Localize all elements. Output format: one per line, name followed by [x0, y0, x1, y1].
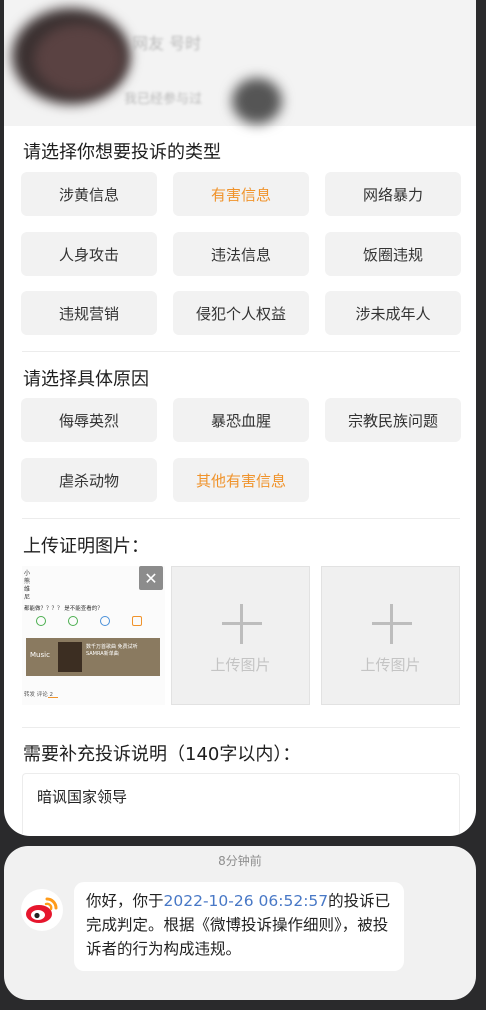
reason-option[interactable]: 暴恐血腥 — [173, 398, 309, 442]
evidence-thumbnail[interactable]: 小 熊 维 尼 都能做？？？？ 是不能查看的？ Music 数千万首歌曲 免费试… — [22, 566, 165, 705]
upload-label: 上传图片 — [210, 656, 271, 674]
thumb-vertical-text: 小 熊 维 尼 — [24, 570, 31, 601]
divider — [22, 727, 460, 728]
upload-label: 上传图片 — [360, 656, 421, 674]
type-option-selected[interactable]: 有害信息 — [173, 172, 309, 216]
reason-option[interactable]: 侮辱英烈 — [21, 398, 157, 442]
qq-icon — [100, 616, 110, 626]
explanation-title: 需要补充投诉说明（140字以内）： — [23, 744, 301, 765]
wechat-icon — [36, 616, 46, 626]
message-datetime-link[interactable]: 2022-10-26 06:52:57 — [164, 892, 329, 910]
explanation-textarea[interactable]: 暗讽国家领导 — [22, 773, 460, 836]
type-option[interactable]: 违法信息 — [173, 232, 309, 276]
close-icon[interactable]: ✕ — [139, 566, 163, 590]
message-timestamp: 8分钟前 — [218, 854, 262, 868]
type-option[interactable]: 违规营销 — [21, 291, 157, 335]
reported-post-header: 网友 号时 我已经参与过 — [4, 0, 476, 126]
type-option[interactable]: 饭圈违规 — [325, 232, 461, 276]
upload-slot[interactable]: 上传图片 — [321, 566, 460, 705]
divider — [22, 518, 460, 519]
notification-card: 8分钟前 你好，你于2022-10-26 06:52:57的投诉已完成判定。根据… — [4, 846, 476, 1000]
reason-option[interactable]: 虐杀动物 — [21, 458, 157, 502]
share-icon — [132, 616, 142, 626]
album-cover — [58, 642, 82, 672]
type-option[interactable]: 侵犯个人权益 — [173, 291, 309, 335]
upload-slot[interactable]: 上传图片 — [171, 566, 310, 705]
divider — [22, 351, 460, 352]
complaint-form-card: 网友 号时 我已经参与过 请选择你想要投诉的类型 涉黄信息 有害信息 网络暴力 … — [4, 0, 476, 836]
reason-option-selected[interactable]: 其他有害信息 — [173, 458, 309, 502]
message-bubble: 你好，你于2022-10-26 06:52:57的投诉已完成判定。根据《微博投诉… — [74, 882, 404, 971]
apple-music-logo: Music — [30, 651, 50, 659]
type-option[interactable]: 人身攻击 — [21, 232, 157, 276]
type-option[interactable]: 网络暴力 — [325, 172, 461, 216]
weibo-logo-icon — [21, 889, 63, 931]
thumb-question-text: 都能做？？？？ 是不能查看的？ — [24, 606, 103, 612]
type-option[interactable]: 涉黄信息 — [21, 172, 157, 216]
reason-title: 请选择具体原因 — [23, 369, 149, 390]
moments-icon — [68, 616, 78, 626]
type-option[interactable]: 涉未成年人 — [325, 291, 461, 335]
thumb-tab-underline — [48, 697, 58, 698]
reason-option[interactable]: 宗教民族问题 — [325, 398, 461, 442]
reported-user-name: 网友 号时 — [132, 34, 202, 53]
music-banner: Music 数千万首歌曲 免费试听 SAMRA新单曲 — [26, 638, 160, 676]
message-text-before: 你好，你于 — [86, 892, 164, 910]
upload-title: 上传证明图片： — [23, 536, 149, 557]
music-caption: 数千万首歌曲 免费试听 SAMRA新单曲 — [86, 644, 138, 657]
redaction-smudge — [232, 78, 282, 124]
redaction-smudge — [34, 24, 124, 94]
reported-post-subtitle: 我已经参与过 — [124, 92, 203, 107]
complaint-type-title: 请选择你想要投诉的类型 — [23, 142, 221, 163]
